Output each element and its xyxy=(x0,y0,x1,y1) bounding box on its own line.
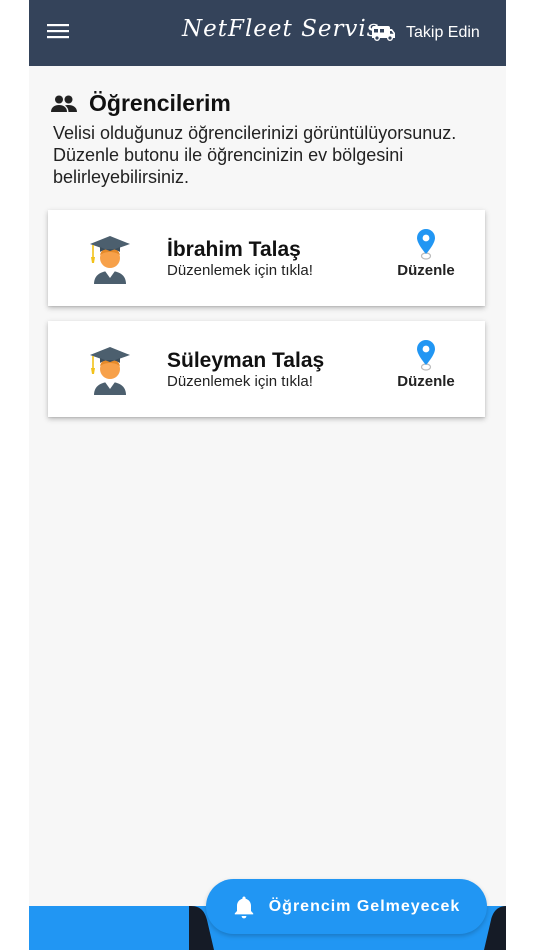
location-pin-icon xyxy=(417,340,435,371)
people-icon xyxy=(51,95,77,112)
student-hint: Düzenlemek için tıkla! xyxy=(167,373,313,390)
student-name: Süleyman Talaş xyxy=(167,349,325,372)
edit-button[interactable]: Düzenle xyxy=(393,228,459,280)
bus-icon xyxy=(372,26,395,41)
student-name: İbrahim Talaş xyxy=(167,238,301,261)
absent-notice-button[interactable]: Öğrencim Gelmeyecek xyxy=(206,879,487,934)
student-card[interactable]: İbrahim Talaş Düzenlemek için tıkla! Düz… xyxy=(48,210,485,306)
app-screen: NetFleet Servis Takip Edin Öğrencilerim … xyxy=(29,0,506,950)
follow-button[interactable]: Takip Edin xyxy=(370,20,480,46)
edit-label: Düzenle xyxy=(397,262,455,279)
student-card[interactable]: Süleyman Talaş Düzenlemek için tıkla! Dü… xyxy=(48,321,485,417)
student-hint: Düzenlemek için tıkla! xyxy=(167,262,313,279)
app-header: NetFleet Servis Takip Edin xyxy=(29,0,506,66)
edit-button[interactable]: Düzenle xyxy=(393,339,459,391)
section-description: Velisi olduğunuz öğrencilerinizi görüntü… xyxy=(53,123,457,187)
brand-title: NetFleet Servis xyxy=(182,16,380,42)
menu-button[interactable] xyxy=(47,22,73,44)
follow-label: Takip Edin xyxy=(406,24,480,41)
edit-label: Düzenle xyxy=(397,373,455,390)
graduate-student-icon xyxy=(90,347,130,395)
absent-notice-label: Öğrencim Gelmeyecek xyxy=(268,897,461,915)
graduate-student-icon xyxy=(90,236,130,284)
hamburger-menu-icon xyxy=(47,24,69,39)
location-pin-icon xyxy=(417,229,435,260)
page-title: Öğrencilerim xyxy=(89,90,231,116)
section-title: Öğrencilerim xyxy=(51,90,231,117)
bell-icon xyxy=(234,896,253,918)
